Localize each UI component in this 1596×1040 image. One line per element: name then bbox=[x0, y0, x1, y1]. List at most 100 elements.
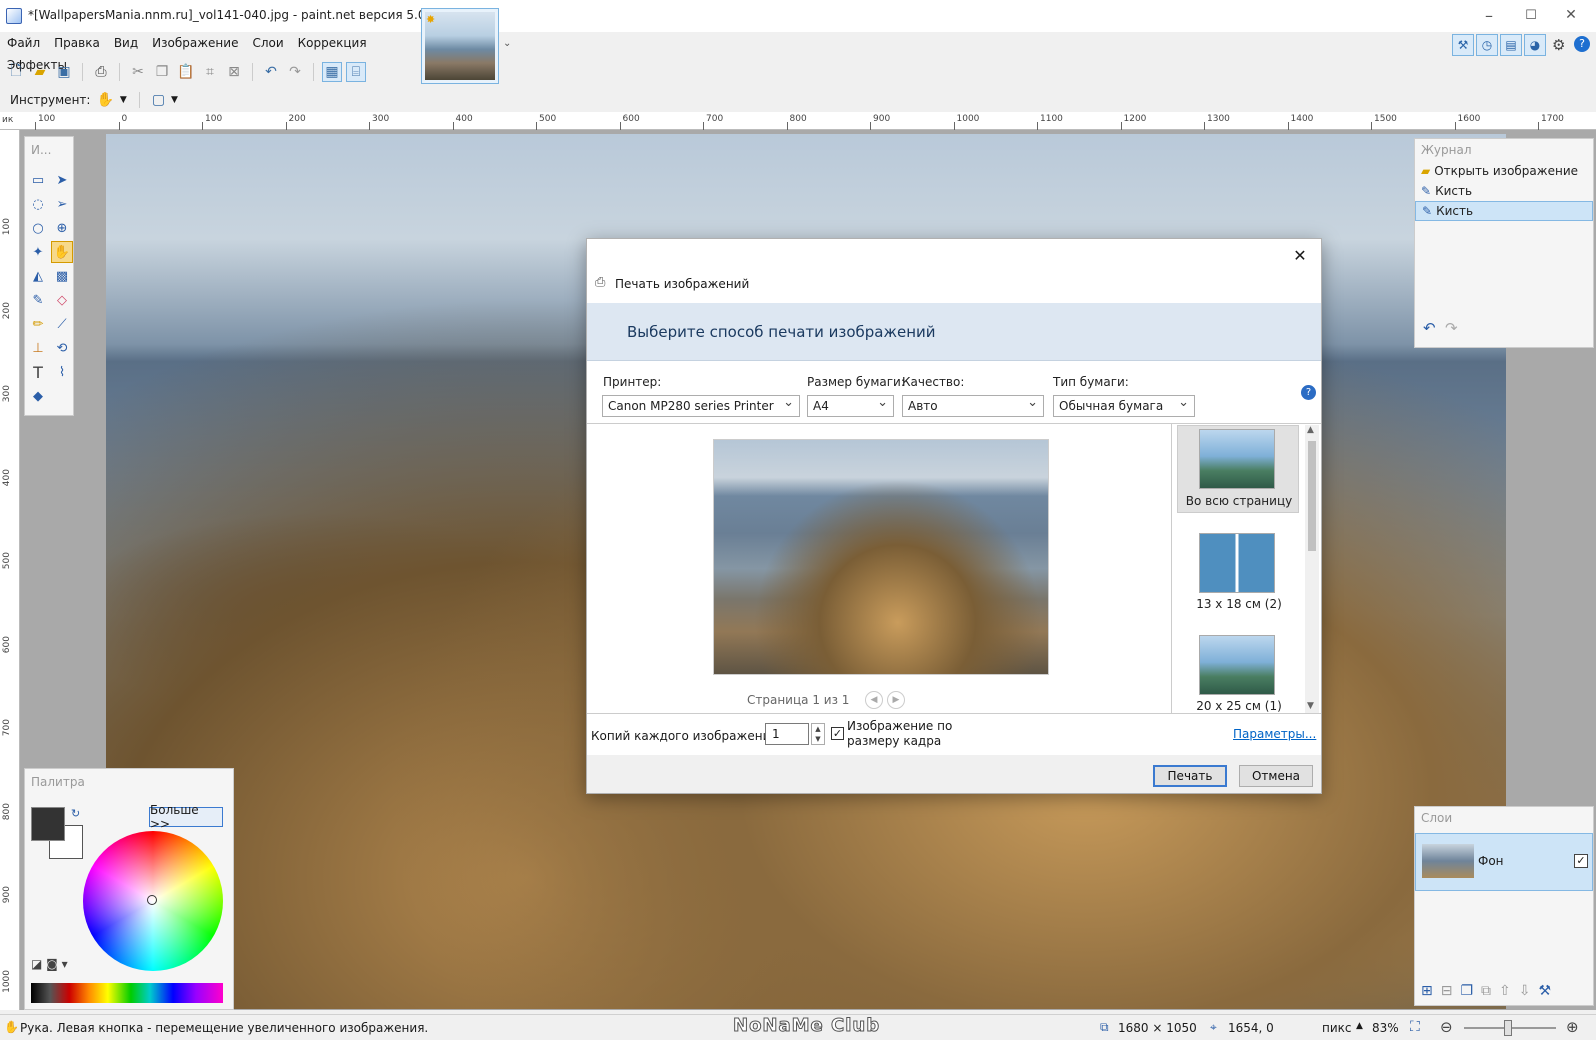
units-dropdown-icon[interactable]: ▲ bbox=[1356, 1021, 1363, 1031]
paste-icon[interactable]: 📋 bbox=[176, 62, 196, 82]
zoom-to-window-icon[interactable]: ⛶ bbox=[1410, 1019, 1420, 1035]
pencil-icon[interactable]: ✏ bbox=[27, 313, 49, 335]
primary-color-swatch[interactable] bbox=[31, 807, 65, 841]
tool-dropdown-icon[interactable]: ▼ bbox=[120, 95, 127, 105]
scroll-up-icon[interactable]: ▲ bbox=[1307, 425, 1314, 435]
rulers-icon[interactable]: ⌸ bbox=[346, 62, 366, 82]
zoom-icon[interactable]: ⊕ bbox=[51, 217, 73, 239]
tools-window-toggle-icon[interactable]: ⚒ bbox=[1452, 34, 1474, 56]
deselect-icon[interactable]: ⊠ bbox=[224, 62, 244, 82]
cancel-button[interactable]: Отмена bbox=[1239, 765, 1313, 787]
print-icon[interactable]: ⎙ bbox=[91, 62, 111, 82]
lasso-select-icon[interactable]: ◌ bbox=[27, 193, 49, 215]
quality-select[interactable]: Авто bbox=[902, 395, 1044, 417]
zoom-out-icon[interactable]: ⊖ bbox=[1440, 1018, 1453, 1036]
layout-scrollbar[interactable]: ▲ ▼ bbox=[1305, 425, 1319, 713]
color-wheel-marker[interactable] bbox=[147, 895, 157, 905]
units-select[interactable]: пикс bbox=[1322, 1021, 1352, 1035]
copies-spinner[interactable]: ▲ ▼ bbox=[811, 723, 825, 745]
dialog-help-icon[interactable]: ? bbox=[1301, 385, 1316, 400]
menu-adjustments[interactable]: Коррекция bbox=[291, 32, 374, 54]
image-tab-thumbnail[interactable]: ✸ bbox=[421, 8, 499, 84]
paper-type-select[interactable]: Обычная бумага bbox=[1053, 395, 1195, 417]
layer-visibility-checkbox[interactable]: ✓ bbox=[1574, 854, 1588, 868]
add-layer-icon[interactable]: ⊞ bbox=[1421, 983, 1433, 999]
layout-thumb-20x25[interactable] bbox=[1199, 635, 1275, 695]
recolor-icon[interactable]: ⟲ bbox=[51, 337, 73, 359]
dialog-close-button[interactable]: ✕ bbox=[1285, 243, 1315, 267]
zoom-value[interactable]: 83% bbox=[1372, 1021, 1399, 1035]
fit-to-frame-checkbox[interactable]: ✓ bbox=[831, 727, 844, 740]
history-item-brush[interactable]: ✎ Кисть bbox=[1415, 181, 1593, 201]
history-item-open[interactable]: ▰ Открыть изображение bbox=[1415, 161, 1593, 181]
magic-wand-icon[interactable]: ✦ bbox=[27, 241, 49, 263]
grid-icon[interactable]: ▦ bbox=[322, 62, 342, 82]
prev-page-icon[interactable]: ◀ bbox=[865, 691, 883, 709]
next-page-icon[interactable]: ▶ bbox=[887, 691, 905, 709]
open-folder-icon[interactable]: ▰ bbox=[30, 62, 50, 82]
palette-colors-strip[interactable] bbox=[31, 983, 223, 1003]
menu-edit[interactable]: Правка bbox=[47, 32, 107, 54]
selection-mode-dropdown-icon[interactable]: ▼ bbox=[171, 95, 178, 105]
menu-view[interactable]: Вид bbox=[107, 32, 145, 54]
zoom-slider-thumb[interactable] bbox=[1504, 1020, 1512, 1036]
new-file-icon[interactable]: 🗋 bbox=[6, 62, 26, 82]
more-button[interactable]: Больше >> bbox=[149, 803, 223, 831]
clone-stamp-icon[interactable]: ⊥ bbox=[27, 337, 49, 359]
shapes-icon[interactable]: ◆ bbox=[27, 385, 49, 407]
gradient-icon[interactable]: ▩ bbox=[51, 265, 73, 287]
layer-properties-icon[interactable]: ⚒ bbox=[1539, 983, 1552, 999]
settings-gear-icon[interactable]: ⚙ bbox=[1552, 36, 1565, 54]
merge-layer-icon[interactable]: ⧉ bbox=[1481, 983, 1491, 999]
layout-thumb-13x18[interactable] bbox=[1199, 533, 1275, 593]
tabs-dropdown-icon[interactable]: ⌄ bbox=[503, 38, 511, 49]
print-button[interactable]: Печать bbox=[1153, 765, 1227, 787]
move-selection-icon[interactable]: ➢ bbox=[51, 193, 73, 215]
move-selected-icon[interactable]: ➤ bbox=[51, 169, 73, 191]
layer-row[interactable]: Фон ✓ bbox=[1415, 833, 1593, 891]
rectangle-select-icon[interactable]: ▭ bbox=[27, 169, 49, 191]
selection-mode-icon[interactable]: ▢ bbox=[152, 92, 165, 108]
menu-file[interactable]: Файл bbox=[0, 32, 47, 54]
scrollbar-thumb[interactable] bbox=[1308, 441, 1316, 551]
crop-icon[interactable]: ⌗ bbox=[200, 62, 220, 82]
palette-menu-icon[interactable]: ◪ ◙ ▾ bbox=[31, 957, 68, 971]
pan-tool-icon[interactable]: ✋ bbox=[51, 241, 73, 263]
ellipse-select-icon[interactable]: ○ bbox=[27, 217, 49, 239]
scroll-down-icon[interactable]: ▼ bbox=[1307, 701, 1314, 711]
redo-icon[interactable]: ↷ bbox=[285, 62, 305, 82]
hand-tool-icon[interactable]: ✋ bbox=[96, 92, 113, 108]
paper-size-select[interactable]: A4 bbox=[807, 395, 894, 417]
printer-select[interactable]: Canon MP280 series Printer bbox=[602, 395, 800, 417]
undo-icon[interactable]: ↶ bbox=[261, 62, 281, 82]
layers-window-toggle-icon[interactable]: ▤ bbox=[1500, 34, 1522, 56]
move-layer-down-icon[interactable]: ⇩ bbox=[1519, 983, 1531, 999]
history-undo-icon[interactable]: ↶ bbox=[1423, 319, 1436, 337]
history-item-brush-selected[interactable]: ✎ Кисть bbox=[1415, 201, 1593, 221]
close-button[interactable]: ✕ bbox=[1548, 0, 1594, 30]
swap-colors-icon[interactable]: ↻ bbox=[71, 807, 80, 820]
line-curve-icon[interactable]: ⌇ bbox=[51, 361, 73, 383]
text-tool-icon[interactable]: T bbox=[27, 361, 49, 383]
paintbrush-icon[interactable]: ✎ bbox=[27, 289, 49, 311]
history-redo-icon[interactable]: ↷ bbox=[1445, 319, 1458, 337]
colors-window-toggle-icon[interactable]: ◕ bbox=[1524, 34, 1546, 56]
color-wheel[interactable] bbox=[83, 831, 223, 971]
history-window-toggle-icon[interactable]: ◷ bbox=[1476, 34, 1498, 56]
menu-layers[interactable]: Слои bbox=[245, 32, 290, 54]
delete-layer-icon[interactable]: ⊟ bbox=[1441, 983, 1453, 999]
copies-input[interactable]: 1 bbox=[765, 723, 809, 745]
minimize-button[interactable]: – bbox=[1466, 0, 1512, 30]
zoom-in-icon[interactable]: ⊕ bbox=[1566, 1018, 1579, 1036]
color-picker-icon[interactable]: ⟋ bbox=[51, 313, 73, 335]
parameters-link[interactable]: Параметры... bbox=[1233, 727, 1316, 741]
duplicate-layer-icon[interactable]: ❐ bbox=[1460, 983, 1473, 999]
eraser-icon[interactable]: ◇ bbox=[51, 289, 73, 311]
menu-image[interactable]: Изображение bbox=[145, 32, 245, 54]
cut-icon[interactable]: ✂ bbox=[128, 62, 148, 82]
save-icon[interactable]: ▣ bbox=[54, 62, 74, 82]
copy-icon[interactable]: ❐ bbox=[152, 62, 172, 82]
paint-bucket-icon[interactable]: ◭ bbox=[27, 265, 49, 287]
help-icon[interactable]: ? bbox=[1574, 36, 1590, 52]
move-layer-up-icon[interactable]: ⇧ bbox=[1499, 983, 1511, 999]
